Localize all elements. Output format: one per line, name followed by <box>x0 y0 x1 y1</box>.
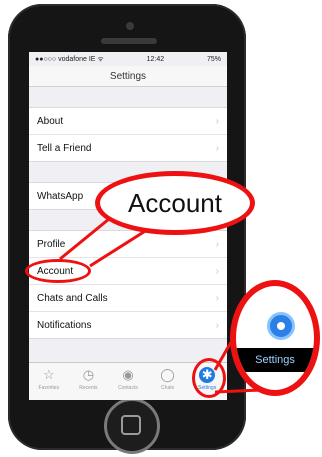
tab-favorites[interactable]: ☆ Favorites <box>31 367 67 391</box>
account-callout-label: Account <box>128 187 222 218</box>
tab-recents[interactable]: ◷ Recents <box>70 367 106 391</box>
carrier-label: ●●○○○ vodafone IE ᯤ <box>35 55 104 63</box>
tab-chats[interactable]: ◯ Chats <box>150 367 186 391</box>
time-label: 12:42 <box>146 55 165 63</box>
settings-row-profile[interactable]: Profile › <box>29 231 227 258</box>
account-callout: Account <box>95 171 255 235</box>
person-icon: ◉ <box>122 367 134 382</box>
chevron-right-icon: › <box>215 292 219 304</box>
star-icon: ☆ <box>42 367 55 382</box>
settings-callout: Settings <box>230 280 320 396</box>
battery-label: 75% <box>206 55 221 63</box>
row-label: About <box>37 115 64 127</box>
row-label: Notifications <box>37 319 92 331</box>
tab-label: Contacts <box>118 385 138 391</box>
tab-label: Favorites <box>38 385 60 391</box>
row-label: WhatsApp <box>37 190 84 202</box>
row-label: Profile <box>37 238 66 250</box>
settings-callout-label: Settings <box>255 354 295 366</box>
home-button[interactable] <box>104 398 160 454</box>
page-title: Settings <box>109 70 147 82</box>
chevron-right-icon: › <box>215 319 219 331</box>
account-highlight-ring <box>25 259 91 283</box>
chevron-right-icon: › <box>215 265 219 277</box>
tab-contacts[interactable]: ◉ Contacts <box>110 367 146 391</box>
tab-label: Recents <box>79 385 98 391</box>
navigation-bar: Settings <box>29 66 227 87</box>
chevron-right-icon: › <box>215 115 219 127</box>
camera-icon <box>126 22 134 30</box>
home-square-icon <box>121 415 141 435</box>
settings-row-chats-and-calls[interactable]: Chats and Calls › <box>29 285 227 312</box>
status-bar: ●●○○○ vodafone IE ᯤ 12:42 75% <box>29 52 227 66</box>
chevron-right-icon: › <box>215 238 219 250</box>
settings-group-account: Profile › Account › Chats and Calls › No… <box>29 230 227 339</box>
speaker-grille <box>101 38 157 44</box>
row-label: Chats and Calls <box>37 292 108 304</box>
clock-icon: ◷ <box>82 367 95 382</box>
settings-tab-highlight-ring <box>192 358 226 398</box>
settings-row-notifications[interactable]: Notifications › <box>29 312 227 338</box>
settings-group-info: About › Tell a Friend › <box>29 107 227 162</box>
tab-label: Chats <box>161 385 175 391</box>
chevron-right-icon: › <box>215 142 219 154</box>
settings-row-tell-a-friend[interactable]: Tell a Friend › <box>29 135 227 161</box>
settings-row-about[interactable]: About › <box>29 108 227 135</box>
gear-icon <box>267 312 295 340</box>
row-label: Tell a Friend <box>37 142 92 154</box>
chat-bubble-icon: ◯ <box>160 367 175 382</box>
